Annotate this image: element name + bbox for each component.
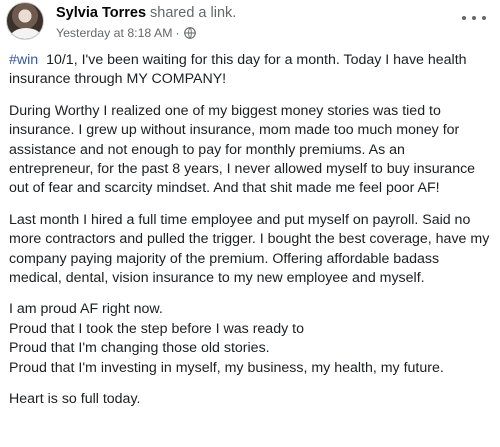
proud-line: Proud that I'm changing those old storie… — [9, 340, 270, 357]
post-paragraph: Last month I hired a full time employee … — [9, 211, 490, 287]
post-closing: Heart is so full today. — [9, 391, 141, 408]
facebook-post: Sylvia Torres shared a link. Yesterday a… — [0, 0, 500, 447]
author-avatar[interactable] — [6, 2, 44, 40]
post-first-paragraph: #win 10/1, I've been waiting for this da… — [9, 51, 491, 90]
post-paragraph: During Worthy I realized one of my bigge… — [9, 102, 476, 197]
proud-line: Proud that I'm investing in myself, my b… — [9, 359, 444, 376]
post-timestamp[interactable]: Yesterday at 8:18 AM — [56, 25, 172, 41]
post-action-text: shared a link. — [150, 5, 237, 21]
post-first-line: 10/1, I've been waiting for this day for… — [9, 52, 467, 88]
post-meta: Sylvia Torres shared a link. Yesterday a… — [56, 4, 460, 41]
separator-dot: · — [175, 26, 180, 40]
post-body: #win 10/1, I've been waiting for this da… — [9, 51, 491, 422]
author-line: Sylvia Torres shared a link. — [56, 4, 460, 22]
proud-line: I am proud AF right now. — [9, 301, 163, 318]
proud-line: Proud that I took the step before I was … — [9, 320, 304, 337]
author-name[interactable]: Sylvia Torres — [56, 5, 146, 21]
post-subline: Yesterday at 8:18 AM · — [56, 25, 460, 41]
globe-icon[interactable] — [183, 27, 196, 39]
post-header: Sylvia Torres shared a link. Yesterday a… — [0, 0, 500, 46]
hashtag-link[interactable]: #win — [9, 52, 38, 68]
more-options-icon[interactable] — [462, 11, 486, 25]
